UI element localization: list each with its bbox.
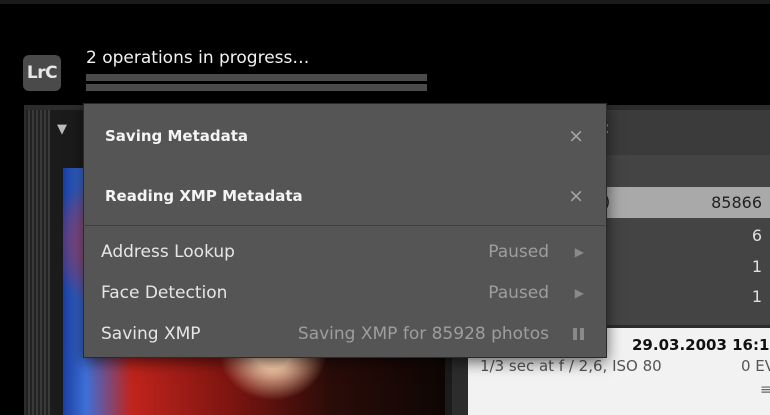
play-icon[interactable]: ▶	[575, 245, 584, 259]
task-name: Saving XMP	[101, 324, 201, 344]
exposure-info: 1/3 sec at f / 2,6, ISO 80	[480, 357, 662, 375]
panel-menu-icon[interactable]: ≡	[760, 382, 770, 398]
operation-title: Reading XMP Metadata	[105, 187, 303, 205]
operation-row-reading-xmp: Reading XMP Metadata ×	[84, 174, 606, 218]
catalog-count: 6	[751, 226, 762, 245]
close-icon[interactable]: ×	[568, 186, 584, 206]
operations-popup: Saving Metadata × Reading XMP Metadata ×…	[83, 103, 607, 358]
collapse-triangle-icon[interactable]: ▼	[57, 122, 67, 137]
task-name: Address Lookup	[101, 242, 235, 262]
task-row-address-lookup: Address Lookup Paused ▶	[84, 236, 606, 268]
top-strip	[0, 0, 770, 4]
task-status: Paused	[488, 283, 549, 303]
popup-divider	[83, 225, 605, 226]
close-icon[interactable]: ×	[568, 126, 584, 146]
operation-title: Saving Metadata	[105, 127, 249, 145]
catalog-count: 1	[751, 287, 762, 306]
operation-row-saving-metadata: Saving Metadata ×	[84, 114, 606, 158]
exposure-value: 0 EV	[741, 357, 770, 375]
filmstrip-edge	[26, 110, 50, 415]
catalog-count: 85866	[711, 193, 762, 212]
lrc-logo[interactable]: LrC	[23, 55, 61, 91]
catalog-count: 1	[751, 257, 762, 276]
play-icon[interactable]: ▶	[575, 286, 584, 300]
task-status: Saving XMP for 85928 photos	[297, 324, 549, 344]
progress-title[interactable]: 2 operations in progress…	[86, 48, 309, 68]
task-row-saving-xmp: Saving XMP Saving XMP for 85928 photos	[84, 318, 606, 350]
progress-bar-1	[86, 74, 427, 81]
task-name: Face Detection	[101, 283, 228, 303]
progress-bar-2	[86, 84, 427, 91]
task-row-face-detection: Face Detection Paused ▶	[84, 277, 606, 309]
pause-icon[interactable]	[573, 328, 584, 340]
capture-date: 29.03.2003 16:16:4	[632, 336, 770, 354]
task-status: Paused	[488, 242, 549, 262]
